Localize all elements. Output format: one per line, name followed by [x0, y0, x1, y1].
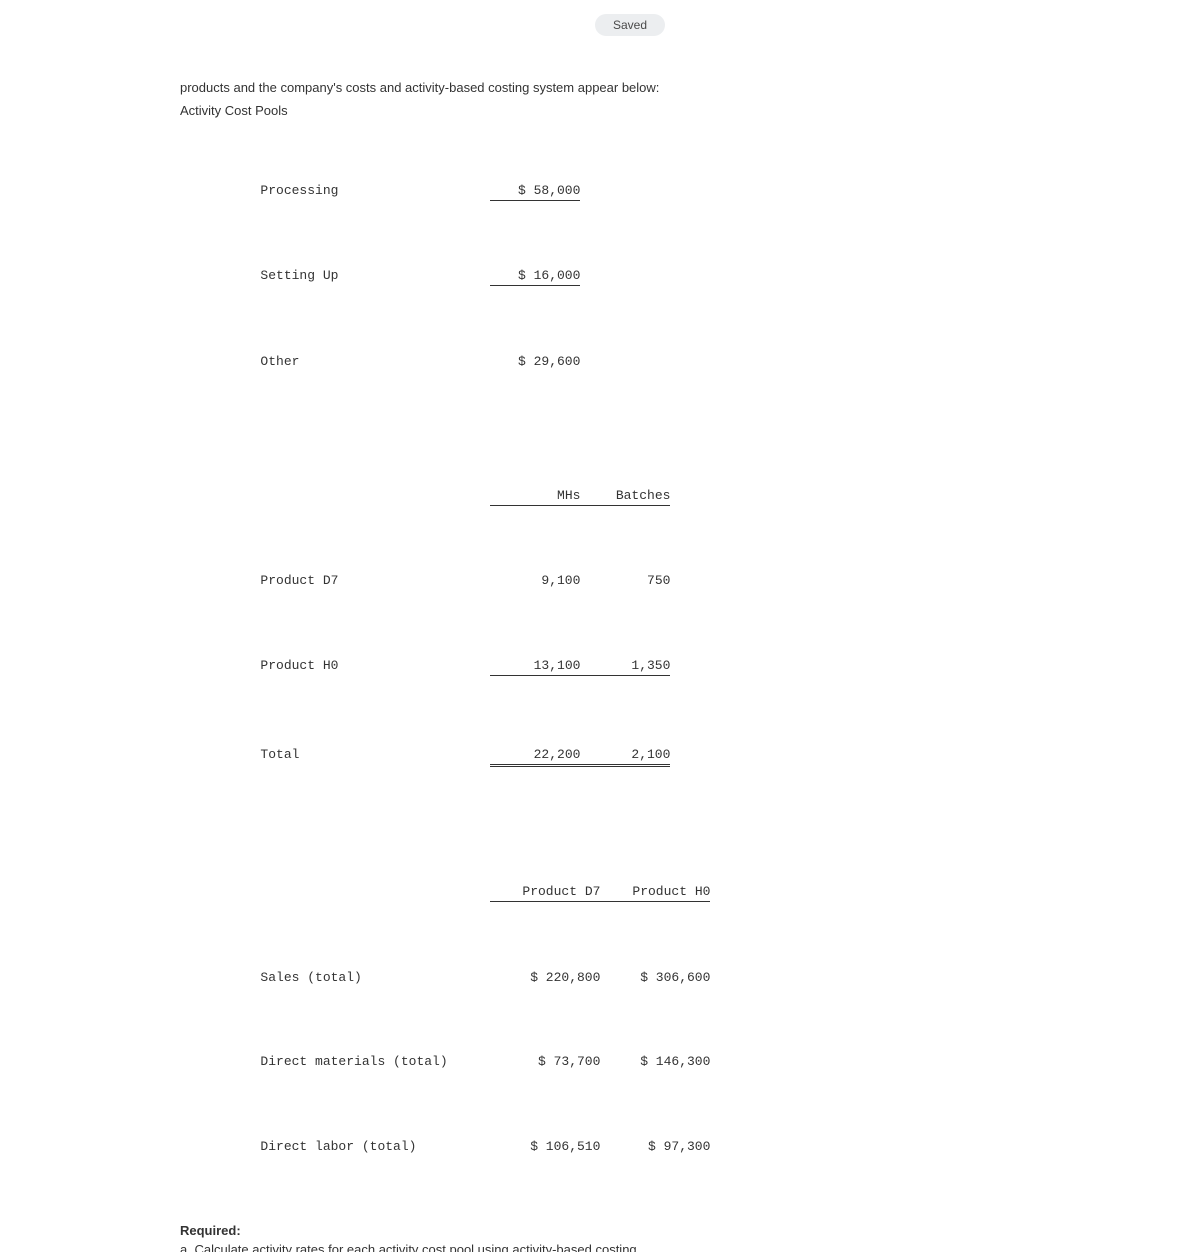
- driver-total-label: Total: [260, 747, 490, 764]
- activity-pools-table: Processing$ 58,000 Setting Up$ 16,000 Ot…: [198, 132, 1160, 421]
- intro-text: products and the company's costs and act…: [180, 80, 1160, 95]
- product-row-label: Sales (total): [260, 970, 490, 987]
- pool-amount: $ 16,000: [490, 268, 580, 286]
- driver-total-mhs: 22,200: [490, 747, 580, 767]
- col-header-batches: Batches: [580, 488, 670, 506]
- pool-amount: $ 58,000: [490, 183, 580, 201]
- status-badge: Saved: [595, 14, 665, 36]
- col-header-d7: Product D7: [490, 884, 600, 902]
- page-root: Saved products and the company's costs a…: [0, 0, 1200, 1252]
- driver-row-label: Product D7: [260, 573, 490, 590]
- driver-row-label: Product H0: [260, 658, 490, 675]
- product-d7: $ 73,700: [490, 1054, 600, 1071]
- product-d7: $ 106,510: [490, 1139, 600, 1156]
- driver-mhs: 13,100: [490, 658, 580, 676]
- product-h0: $ 306,600: [600, 970, 710, 987]
- pool-label: Other: [260, 354, 490, 371]
- product-cost-table: Product D7Product H0 Sales (total)$ 220,…: [198, 834, 1160, 1207]
- pool-amount: $ 29,600: [490, 354, 580, 371]
- required-block: Required: a. Calculate activity rates fo…: [180, 1222, 1160, 1252]
- pool-label: Setting Up: [260, 268, 490, 285]
- content-area: products and the company's costs and act…: [0, 0, 1200, 1252]
- required-a: a. Calculate activity rates for each act…: [180, 1242, 640, 1252]
- product-h0: $ 146,300: [600, 1054, 710, 1071]
- product-row-label: Direct labor (total): [260, 1139, 490, 1156]
- col-header-h0: Product H0: [600, 884, 710, 902]
- col-header-mhs: MHs: [490, 488, 580, 506]
- pool-label: Processing: [260, 183, 490, 200]
- product-d7: $ 220,800: [490, 970, 600, 987]
- product-h0: $ 97,300: [600, 1139, 710, 1156]
- activity-pools-title: Activity Cost Pools: [180, 103, 1160, 118]
- driver-total-batches: 2,100: [580, 747, 670, 767]
- driver-batches: 750: [580, 573, 670, 590]
- required-heading: Required:: [180, 1223, 241, 1238]
- driver-batches: 1,350: [580, 658, 670, 676]
- product-row-label: Direct materials (total): [260, 1054, 490, 1071]
- driver-mhs: 9,100: [490, 573, 580, 590]
- driver-table: MHsBatches Product D79,100750 Product H0…: [198, 437, 1160, 818]
